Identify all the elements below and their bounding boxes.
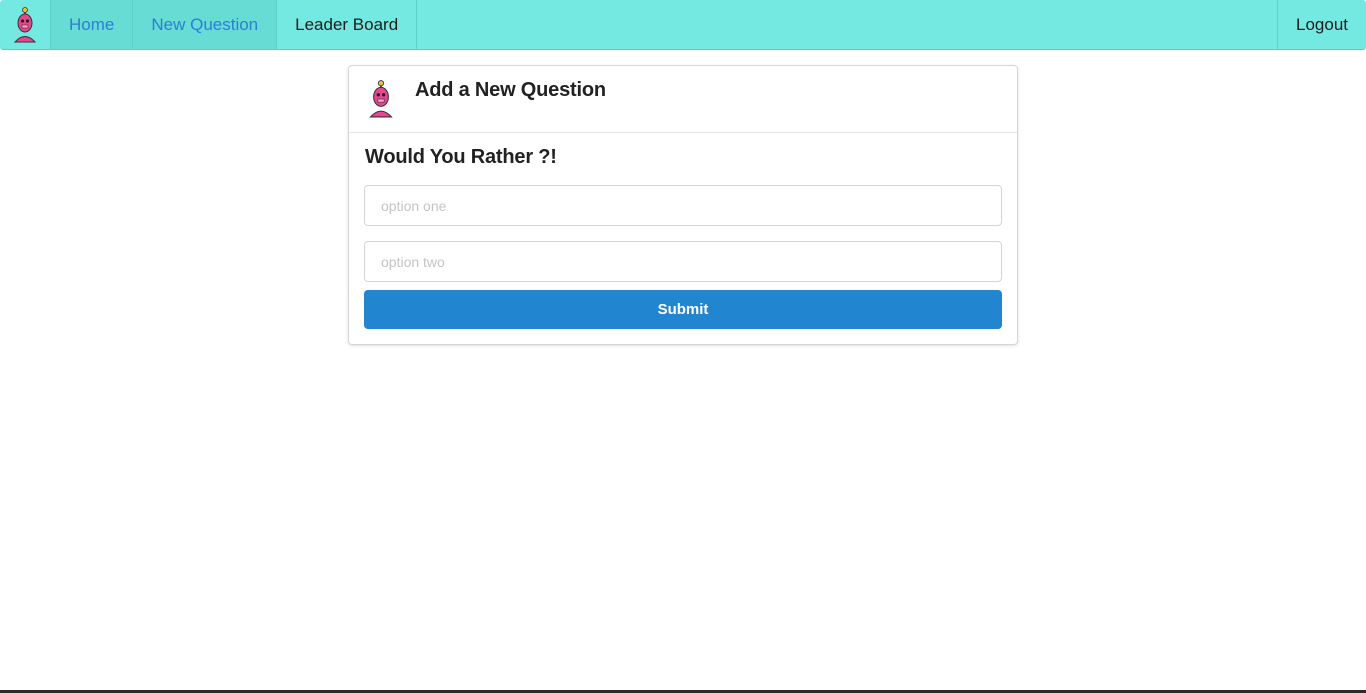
logout-label: Logout (1296, 14, 1348, 34)
robot-avatar-icon (369, 80, 393, 118)
nav-new-question-label: New Question (151, 14, 259, 34)
option-two-input[interactable] (364, 241, 1002, 282)
option-one-input[interactable] (364, 185, 1002, 226)
card-avatar (367, 80, 395, 123)
submit-button[interactable]: Submit (364, 290, 1002, 329)
nav-logo[interactable] (0, 0, 51, 49)
top-navbar: Home New Question Leader Board Logout (0, 0, 1366, 50)
logout-button[interactable]: Logout (1277, 0, 1366, 49)
card-header: Add a New Question (349, 66, 1017, 133)
new-question-card: Add a New Question Would You Rather ?! S… (348, 65, 1018, 345)
nav-home[interactable]: Home (51, 0, 134, 49)
nav-new-question[interactable]: New Question (133, 0, 278, 49)
card-title: Add a New Question (415, 79, 606, 101)
nav-home-label: Home (69, 14, 115, 34)
nav-leader-board-label: Leader Board (295, 14, 399, 34)
question-prompt: Would You Rather ?! (365, 146, 557, 168)
robot-avatar-icon (13, 6, 37, 42)
nav-leader-board[interactable]: Leader Board (277, 0, 418, 49)
